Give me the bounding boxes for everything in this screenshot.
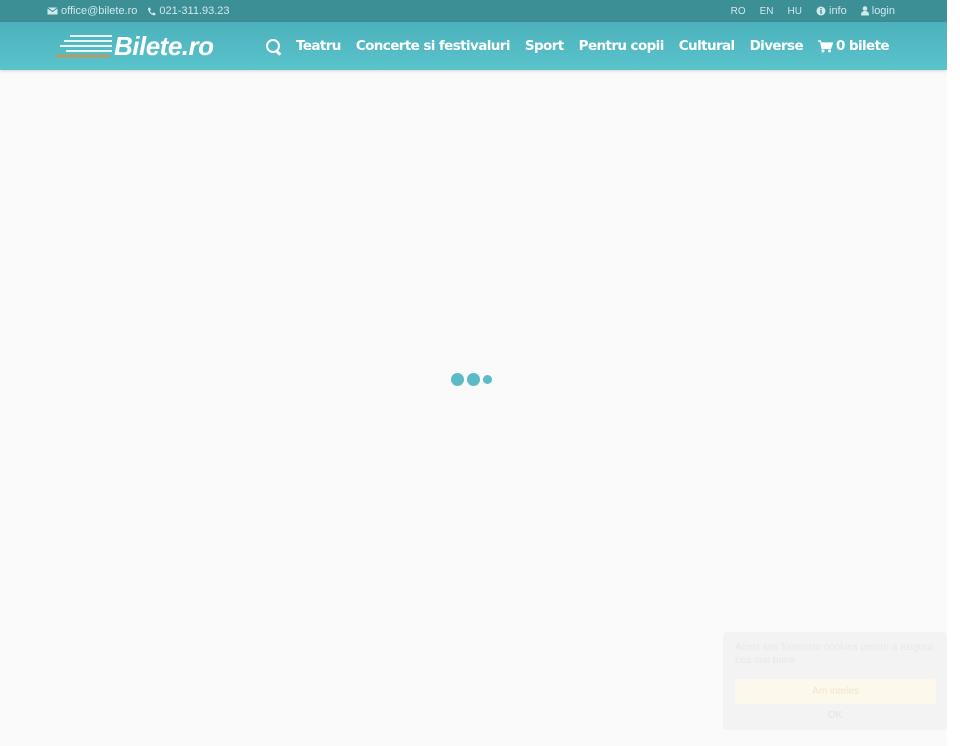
main-navbar: Bilete.ro Teatru Concerte si festivaluri…: [0, 22, 947, 70]
cart-button[interactable]: 0 bilete: [818, 38, 890, 54]
contact-info: office@bilete.ro 021-311.93.23: [47, 5, 230, 17]
phone-text: 021-311.93.23: [159, 5, 230, 17]
cookie-message: Acest site foloseste cookies pentru a as…: [735, 642, 933, 666]
main-nav: Teatru Concerte si festivaluri Sport Pen…: [266, 38, 890, 54]
user-icon: [860, 6, 869, 16]
cookie-accept-button[interactable]: Am inteles: [735, 679, 936, 704]
logo-lines-icon: [56, 35, 112, 57]
site-logo[interactable]: Bilete.ro: [56, 31, 226, 61]
nav-item-pentru-copii[interactable]: Pentru copii: [579, 38, 665, 54]
nav-item-concerte[interactable]: Concerte si festivaluri: [356, 38, 511, 54]
lang-ro[interactable]: RO: [731, 5, 746, 17]
login-label: login: [871, 5, 895, 17]
loader-dot: [451, 373, 464, 386]
top-right-links: RO EN HU info login: [731, 5, 895, 17]
logo-text: Bilete.ro: [114, 31, 214, 61]
info-label: info: [829, 5, 847, 17]
cookie-consent-banner: Acest site foloseste cookies pentru a as…: [723, 632, 947, 730]
info-icon: [816, 6, 826, 16]
lang-hu[interactable]: HU: [788, 5, 802, 17]
lang-en[interactable]: EN: [760, 5, 774, 17]
page-scrollbar[interactable]: [947, 0, 960, 746]
loader-dot: [467, 373, 480, 386]
loader-dot: [483, 375, 492, 384]
search-icon[interactable]: [266, 38, 281, 54]
phone-icon: [148, 7, 157, 15]
email-text: office@bilete.ro: [61, 5, 138, 17]
nav-item-cultural[interactable]: Cultural: [679, 38, 735, 54]
nav-item-teatru[interactable]: Teatru: [296, 38, 341, 54]
email-link[interactable]: office@bilete.ro: [47, 5, 137, 17]
nav-item-sport[interactable]: Sport: [525, 38, 564, 54]
cookie-ok-link[interactable]: OK: [723, 710, 947, 721]
cart-label: 0 bilete: [836, 38, 890, 54]
login-link[interactable]: login: [860, 5, 895, 17]
loading-spinner: [451, 373, 492, 386]
envelope-icon: [47, 7, 58, 15]
nav-item-diverse[interactable]: Diverse: [750, 38, 804, 54]
info-link[interactable]: info: [816, 5, 847, 17]
cart-icon: [818, 39, 834, 52]
top-contact-bar: office@bilete.ro 021-311.93.23 RO EN HU …: [0, 0, 947, 22]
phone-link[interactable]: 021-311.93.23: [147, 5, 230, 17]
